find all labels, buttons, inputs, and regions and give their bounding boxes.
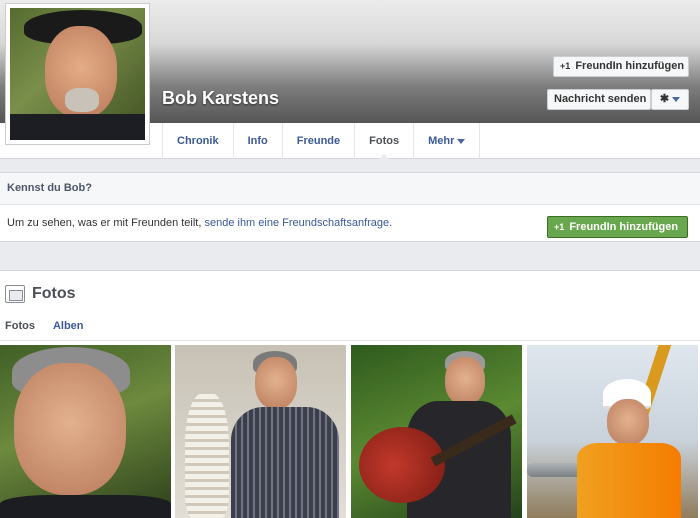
photos-icon <box>5 285 25 303</box>
photos-title[interactable]: Fotos <box>32 285 76 303</box>
photo-grid <box>0 345 700 518</box>
tab-mehr-label: Mehr <box>428 135 455 147</box>
add-friend-icon: +1 <box>554 222 565 232</box>
chevron-down-icon <box>672 96 681 102</box>
send-message-button[interactable]: Nachricht senden <box>547 89 651 110</box>
face-shape <box>14 363 126 495</box>
shirt-shape <box>231 407 339 518</box>
add-friend-label: FreundIn hinzufügen <box>575 60 685 72</box>
face-shape <box>255 357 297 409</box>
know-box-text-suffix: . <box>389 217 393 229</box>
shirt-shape <box>10 114 145 140</box>
know-box-text-prefix: Um zu sehen, was er mit Freunden teilt, <box>7 217 205 229</box>
profile-photo-image <box>10 8 145 140</box>
settings-dropdown-button[interactable]: ✱ <box>651 89 689 110</box>
add-friend-button[interactable]: +1 FreundIn hinzufügen <box>547 216 688 238</box>
chevron-down-icon <box>457 138 466 144</box>
photos-subtabs: Fotos Alben <box>5 320 84 332</box>
add-friend-button-header[interactable]: +1 FreundIn hinzufügen <box>553 56 689 77</box>
subtab-fotos[interactable]: Fotos <box>5 320 35 332</box>
subtab-divider <box>0 340 700 341</box>
photo-thumbnail[interactable] <box>175 345 346 518</box>
face-shape <box>445 357 485 405</box>
photo-thumbnail[interactable] <box>527 345 698 518</box>
tab-fotos[interactable]: Fotos <box>354 123 413 160</box>
guitar-body-shape <box>359 427 445 503</box>
send-message-label: Nachricht senden <box>554 93 647 105</box>
photo-thumbnail[interactable] <box>0 345 171 518</box>
friend-request-link[interactable]: sende ihm eine Freundschaftsanfrage <box>204 217 389 229</box>
profile-picture[interactable] <box>5 3 150 145</box>
tab-chronik[interactable]: Chronik <box>162 123 233 159</box>
face-shape <box>607 399 649 445</box>
tab-freunde[interactable]: Freunde <box>281 123 354 159</box>
safety-vest-shape <box>577 443 681 518</box>
skeleton-shape <box>185 393 229 518</box>
beard-shape <box>65 88 99 112</box>
gear-icon: ✱ <box>659 93 670 105</box>
photos-header: Fotos <box>5 285 76 303</box>
profile-name[interactable]: Bob Karstens <box>162 88 279 109</box>
tab-info[interactable]: Info <box>232 123 282 159</box>
shirt-shape <box>0 495 171 518</box>
photos-section: Fotos Fotos Alben <box>0 270 700 518</box>
add-friend-icon: +1 <box>560 61 571 71</box>
know-box-heading: Kennst du Bob? <box>0 173 700 205</box>
tab-mehr[interactable]: Mehr <box>413 123 481 159</box>
add-friend-button-label: FreundIn hinzufügen <box>569 221 679 233</box>
subtab-alben[interactable]: Alben <box>53 320 84 332</box>
know-box-text: Um zu sehen, was er mit Freunden teilt, … <box>7 217 392 229</box>
photo-thumbnail[interactable] <box>351 345 522 518</box>
